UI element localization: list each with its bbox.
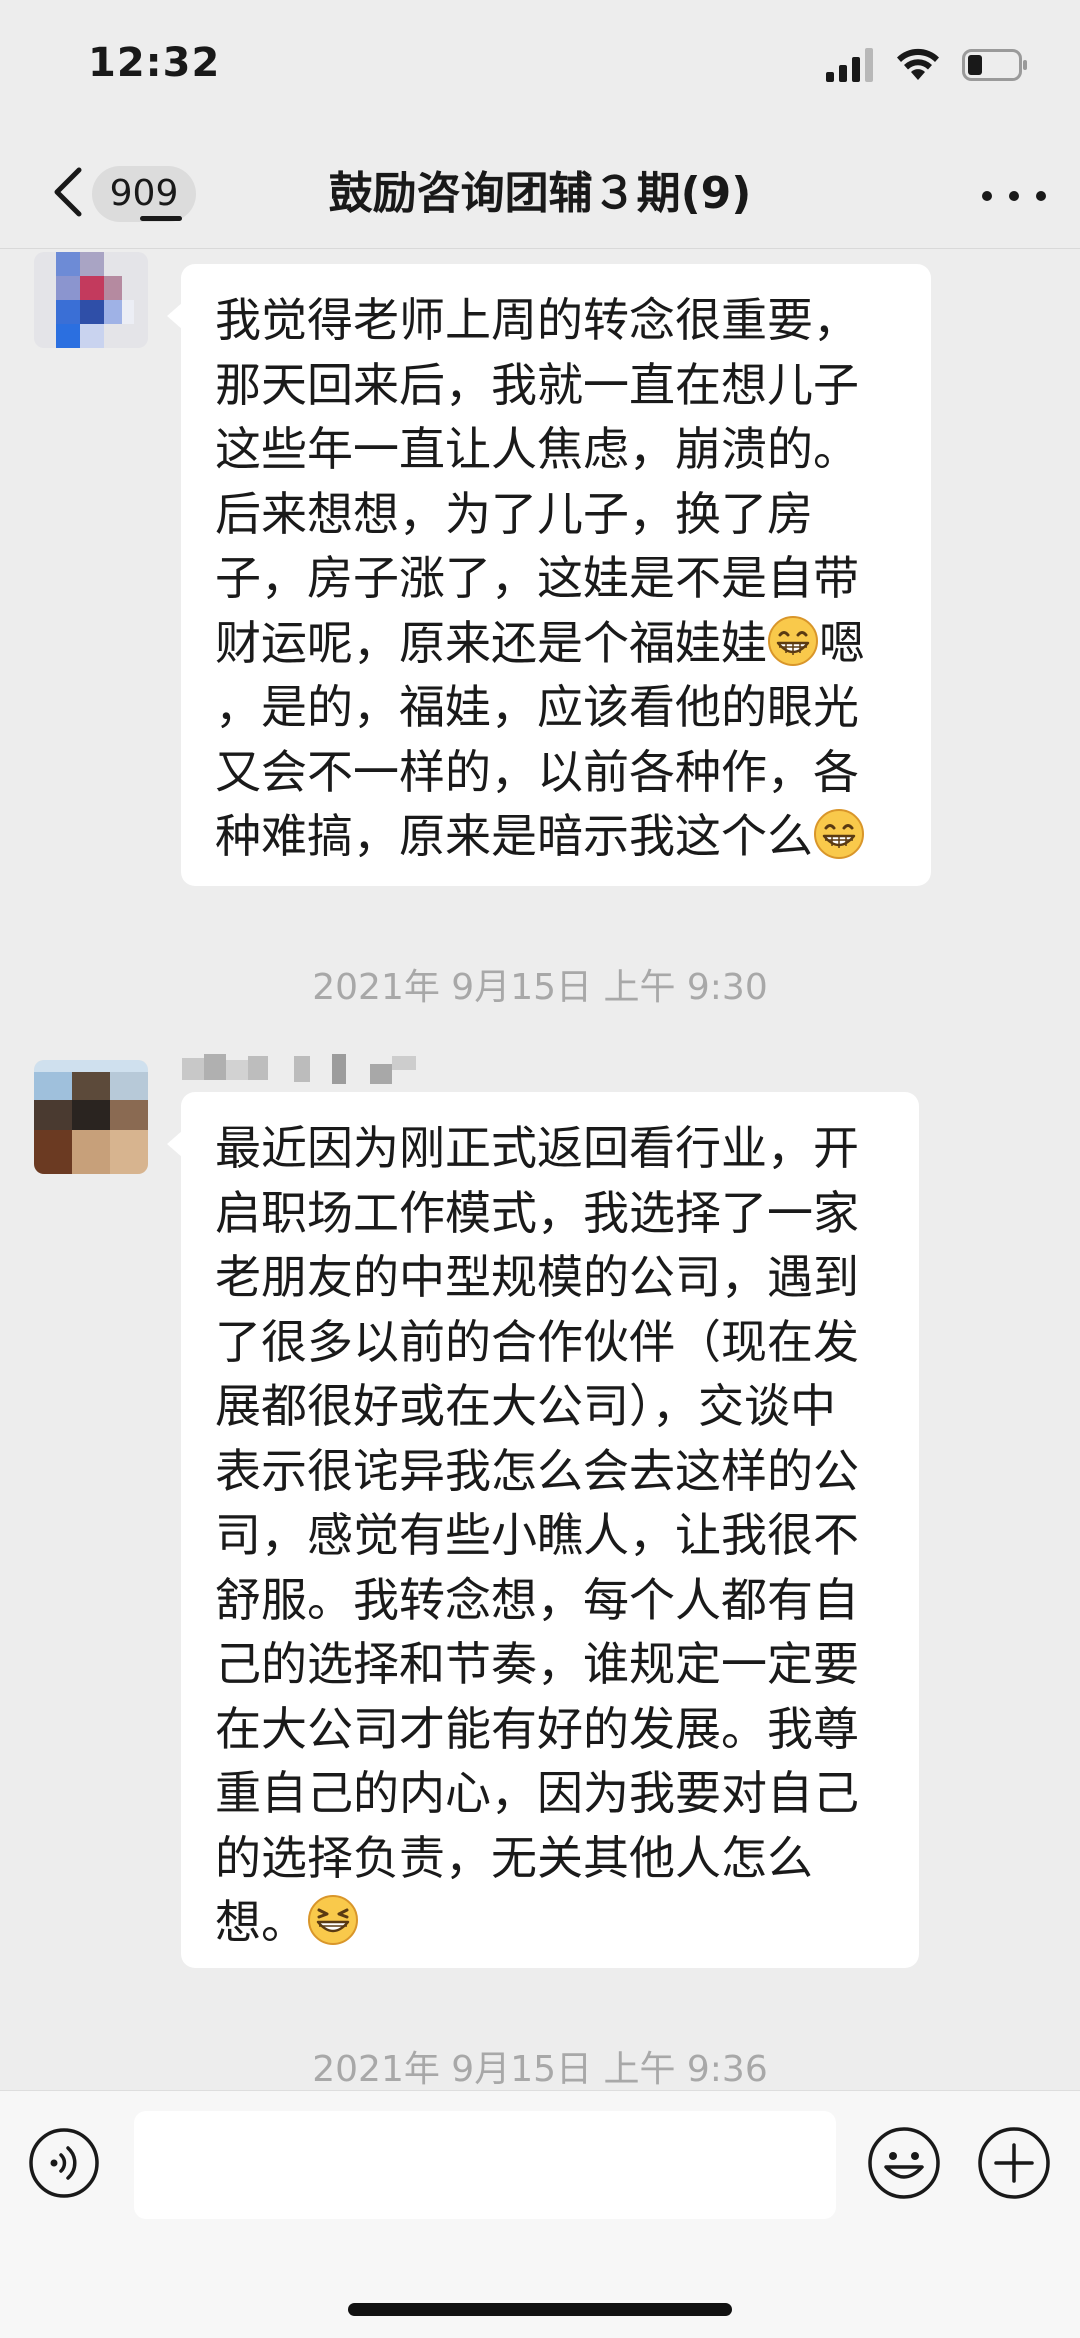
- input-bar: [0, 2090, 1080, 2338]
- message-line: 展都很好或在大公司），交谈中: [215, 1379, 836, 1433]
- message-line: 了很多以前的合作伙伴（现在发: [215, 1314, 859, 1369]
- message-line-text: 财运呢，原来还是个福娃娃: [215, 615, 767, 670]
- grin-emoji-icon: [768, 615, 818, 666]
- message-line: 的选择负责，无关其他人怎么: [215, 1830, 813, 1885]
- home-indicator[interactable]: [348, 2303, 732, 2316]
- status-time: 12:32: [88, 40, 221, 86]
- message-line: 财运呢，原来还是个福娃娃 嗯: [215, 611, 897, 676]
- message-bubble[interactable]: 我觉得老师上周的转念很重要， 那天回来后，我就一直在想儿子 这些年一直让人焦虑，…: [167, 264, 931, 886]
- status-icons: [826, 48, 1028, 82]
- message-line: 这些年一直让人焦虑，崩溃的。: [215, 422, 859, 476]
- grin-squint-emoji-icon: [308, 1895, 358, 1945]
- message-line: 启职场工作模式，我选择了一家: [215, 1185, 859, 1240]
- avatar[interactable]: [34, 252, 148, 348]
- avatar[interactable]: [34, 1060, 148, 1174]
- more-dot: [1009, 191, 1019, 201]
- message-line: 舒服。我转念想，每个人都有自: [215, 1572, 859, 1627]
- message-line: 在大公司才能有好的发展。我尊: [215, 1701, 859, 1756]
- sender-name-blurred: [182, 1054, 416, 1084]
- plus-icon: [978, 2127, 1050, 2199]
- emoji-icon: [868, 2127, 940, 2199]
- more-dots-icon: [982, 191, 992, 201]
- chat-header: 909 鼓励咨询团辅３期(9): [0, 140, 1080, 249]
- message-line-tail: 嗯: [819, 615, 865, 670]
- avatar-image: [34, 1060, 148, 1174]
- more-button[interactable]: [982, 176, 1046, 216]
- grin-emoji-icon: [814, 809, 864, 859]
- battery-icon: [962, 49, 1027, 81]
- message-line: 又会不一样的，以前各种作，各: [215, 744, 859, 799]
- voice-button[interactable]: [28, 2127, 100, 2199]
- message-line: ，是的，福娃，应该看他的眼光: [215, 680, 859, 734]
- status-bar: 12:32: [0, 0, 1080, 140]
- more-dot: [1036, 191, 1046, 201]
- message-line-text: 想。: [215, 1895, 307, 1949]
- message-line: 最近因为刚正式返回看行业，开: [215, 1121, 859, 1175]
- message-line: 我觉得老师上周的转念很重要，: [215, 293, 859, 347]
- message-line: 子，房子涨了，这娃是不是自带: [215, 551, 859, 605]
- message-line: 种难搞，原来是暗示我这个么: [215, 804, 897, 869]
- message-line: 想。: [215, 1890, 885, 1955]
- message-line: 表示很诧异我怎么会去这样的公: [215, 1443, 859, 1498]
- timestamp: 2021年 9月15日 上午 9:30: [312, 967, 768, 1008]
- message-line: 己的选择和节奏，谁规定一定要: [215, 1637, 859, 1691]
- message-bubble[interactable]: 最近因为刚正式返回看行业，开 启职场工作模式，我选择了一家 老朋友的中型规模的公…: [167, 1092, 919, 1968]
- voice-icon: [29, 2128, 99, 2198]
- message-line: 老朋友的中型规模的公司，遇到: [215, 1250, 859, 1304]
- message-input[interactable]: [134, 2111, 836, 2219]
- message-line: 那天回来后，我就一直在想儿子: [215, 357, 859, 412]
- timestamp: 2021年 9月15日 上午 9:36: [312, 2049, 768, 2090]
- message-line-text: 种难搞，原来是暗示我这个么: [215, 809, 813, 863]
- avatar-image: [34, 252, 148, 348]
- emoji-button[interactable]: [866, 2125, 942, 2201]
- chat-title: 鼓励咨询团辅３期(9): [328, 168, 752, 219]
- signal-icon: [826, 48, 873, 82]
- more-functions-button[interactable]: [976, 2125, 1052, 2201]
- message-line: 后来想想，为了儿子，换了房: [215, 486, 813, 541]
- wifi-icon: [897, 48, 939, 80]
- message-line: 重自己的内心，因为我要对自己: [215, 1766, 859, 1820]
- message-line: 司，感觉有些小瞧人，让我很不: [215, 1508, 859, 1562]
